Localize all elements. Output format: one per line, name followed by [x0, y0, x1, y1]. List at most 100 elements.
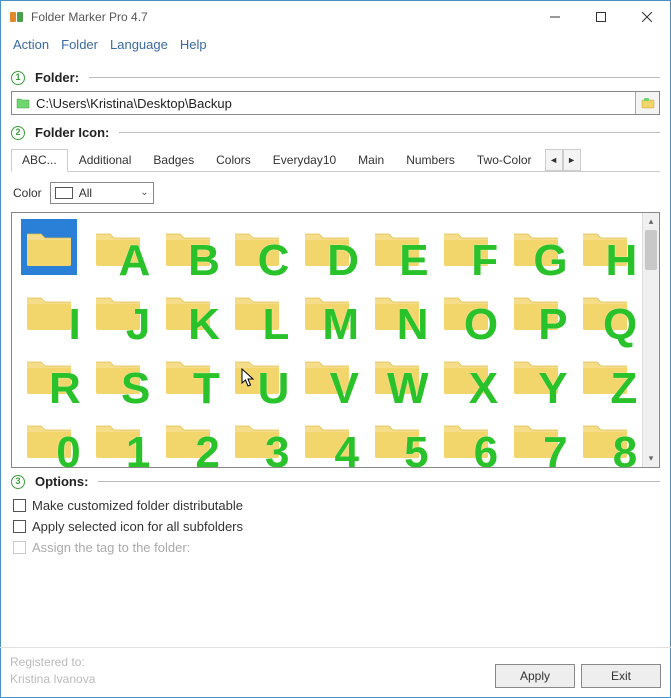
registered-to-label: Registered to: — [10, 654, 489, 671]
icon-cell-C[interactable]: C — [223, 215, 293, 279]
color-filter-select[interactable]: All ⌄ — [50, 182, 154, 204]
icon-cell-Y[interactable]: Y — [501, 343, 571, 407]
icon-cell-R[interactable]: R — [14, 343, 84, 407]
tab-main[interactable]: Main — [347, 149, 395, 172]
icon-cell-M[interactable]: M — [292, 279, 362, 343]
icon-cell-8[interactable]: 8 — [570, 407, 640, 467]
exit-button[interactable]: Exit — [581, 664, 661, 688]
icon-cell-P[interactable]: P — [501, 279, 571, 343]
icon-cell-2[interactable]: 2 — [153, 407, 223, 467]
icon-cell-6[interactable]: 6 — [431, 407, 501, 467]
icon-cell-H[interactable]: H — [570, 215, 640, 279]
icon-cell-A[interactable]: A — [84, 215, 154, 279]
icon-cell-plain[interactable] — [14, 215, 84, 279]
option-subfolders-label: Apply selected icon for all subfolders — [32, 519, 243, 534]
options-label: Options: — [35, 474, 88, 489]
folder-path-icon — [12, 92, 32, 114]
tab-scroll-right[interactable]: ► — [563, 149, 581, 171]
folder-letter: 1 — [126, 431, 148, 467]
folder-letter: 3 — [265, 431, 287, 467]
color-filter-label: Color — [13, 186, 42, 200]
folder-letter: 7 — [543, 431, 565, 467]
checkbox-subfolders[interactable] — [13, 520, 26, 533]
option-subfolders[interactable]: Apply selected icon for all subfolders — [11, 516, 660, 537]
tab-scroll-left[interactable]: ◄ — [545, 149, 563, 171]
divider — [119, 132, 660, 133]
tab-numbers[interactable]: Numbers — [395, 149, 466, 172]
scroll-up-arrow[interactable]: ▴ — [643, 213, 659, 230]
close-button[interactable] — [624, 1, 670, 33]
color-filter-value: All — [79, 186, 92, 200]
folder-path-input[interactable] — [32, 92, 635, 114]
icon-cell-I[interactable]: I — [14, 279, 84, 343]
icon-cell-K[interactable]: K — [153, 279, 223, 343]
folder-letter: D — [327, 239, 357, 283]
icon-cell-V[interactable]: V — [292, 343, 362, 407]
icon-cell-S[interactable]: S — [84, 343, 154, 407]
tab-additional[interactable]: Additional — [68, 149, 143, 172]
icon-grid: A B C D E F G H I J K L M N O P Q R S — [12, 213, 642, 467]
menu-help[interactable]: Help — [180, 37, 207, 52]
folder-letter: O — [464, 303, 496, 347]
folder-icon-label: Folder Icon: — [35, 125, 109, 140]
folder-letter: 5 — [404, 431, 426, 467]
icon-cell-B[interactable]: B — [153, 215, 223, 279]
folder-letter: K — [188, 303, 218, 347]
menubar: Action Folder Language Help — [1, 33, 670, 60]
icon-cell-3[interactable]: 3 — [223, 407, 293, 467]
tab-badges[interactable]: Badges — [142, 149, 205, 172]
icon-cell-1[interactable]: 1 — [84, 407, 154, 467]
icon-cell-J[interactable]: J — [84, 279, 154, 343]
icon-cell-4[interactable]: 4 — [292, 407, 362, 467]
icon-cell-X[interactable]: X — [431, 343, 501, 407]
menu-action[interactable]: Action — [13, 37, 49, 52]
icon-cell-D[interactable]: D — [292, 215, 362, 279]
folder-letter: V — [330, 367, 357, 411]
option-distributable[interactable]: Make customized folder distributable — [11, 495, 660, 516]
tab-everyday10[interactable]: Everyday10 — [262, 149, 347, 172]
maximize-button[interactable] — [578, 1, 624, 33]
apply-button[interactable]: Apply — [495, 664, 575, 688]
icon-cell-E[interactable]: E — [362, 215, 432, 279]
icon-cell-Q[interactable]: Q — [570, 279, 640, 343]
icon-cell-0[interactable]: 0 — [14, 407, 84, 467]
icon-cell-G[interactable]: G — [501, 215, 571, 279]
folder-letter: 8 — [613, 431, 635, 467]
icon-cell-O[interactable]: O — [431, 279, 501, 343]
menu-folder[interactable]: Folder — [61, 37, 98, 52]
folder-letter: H — [605, 239, 635, 283]
tab-colors[interactable]: Colors — [205, 149, 262, 172]
browse-button[interactable] — [635, 92, 659, 114]
tab-two-color[interactable]: Two-Color — [466, 149, 543, 172]
icon-cell-U[interactable]: U — [223, 343, 293, 407]
icon-cell-N[interactable]: N — [362, 279, 432, 343]
folder-label: Folder: — [35, 70, 79, 85]
option-assign-tag: Assign the tag to the folder: — [11, 537, 660, 558]
folder-path-row — [11, 91, 660, 115]
icon-cell-Z[interactable]: Z — [570, 343, 640, 407]
tab-abc[interactable]: ABC... — [11, 149, 68, 172]
checkbox-distributable[interactable] — [13, 499, 26, 512]
icon-cell-W[interactable]: W — [362, 343, 432, 407]
icon-cell-F[interactable]: F — [431, 215, 501, 279]
divider — [89, 77, 660, 78]
vertical-scrollbar[interactable]: ▴ ▾ — [642, 213, 659, 467]
option-assign-tag-label: Assign the tag to the folder: — [32, 540, 190, 555]
icon-cell-T[interactable]: T — [153, 343, 223, 407]
app-icon — [9, 9, 25, 25]
folder-letter: G — [533, 239, 565, 283]
icon-cell-7[interactable]: 7 — [501, 407, 571, 467]
folder-letter: B — [188, 239, 218, 283]
registered-to-name: Kristina Ivanova — [10, 671, 489, 688]
scroll-thumb[interactable] — [645, 230, 657, 270]
checkbox-assign-tag — [13, 541, 26, 554]
section-icon-header: 2 Folder Icon: — [11, 125, 660, 140]
menu-language[interactable]: Language — [110, 37, 168, 52]
icon-cell-5[interactable]: 5 — [362, 407, 432, 467]
minimize-button[interactable] — [532, 1, 578, 33]
folder-letter: N — [397, 303, 427, 347]
footer: Registered to: Kristina Ivanova Apply Ex… — [0, 647, 671, 698]
folder-letter: Y — [538, 367, 565, 411]
scroll-down-arrow[interactable]: ▾ — [643, 450, 659, 467]
icon-cell-L[interactable]: L — [223, 279, 293, 343]
